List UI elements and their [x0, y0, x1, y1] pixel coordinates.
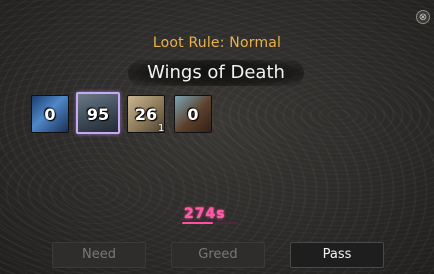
weapon-icon[interactable]: 95 — [76, 92, 120, 134]
reward-value: 0 — [187, 105, 199, 124]
roll-timer: 274s — [184, 206, 226, 222]
reward-value: 95 — [86, 105, 110, 124]
close-icon[interactable]: ⊗ — [416, 10, 430, 24]
reward-count-badge: 1 — [158, 123, 165, 134]
greed-button[interactable]: Greed — [171, 242, 265, 268]
timer-progress-bar — [182, 222, 238, 224]
need-button[interactable]: Need — [52, 242, 146, 268]
blue-orb-icon[interactable]: 0 — [31, 95, 69, 133]
timer-progress-fill — [182, 222, 213, 224]
loot-window: ⊗ Loot Rule: Normal Wings of Death 0 95 … — [0, 0, 434, 274]
item-name: Wings of Death — [128, 60, 304, 86]
loot-rule-label: Loot Rule: Normal — [152, 35, 282, 51]
pass-button[interactable]: Pass — [290, 242, 384, 268]
tool-icon[interactable]: 0 — [174, 95, 212, 133]
reward-value: 0 — [44, 105, 56, 124]
reward-value: 26 — [134, 105, 158, 124]
